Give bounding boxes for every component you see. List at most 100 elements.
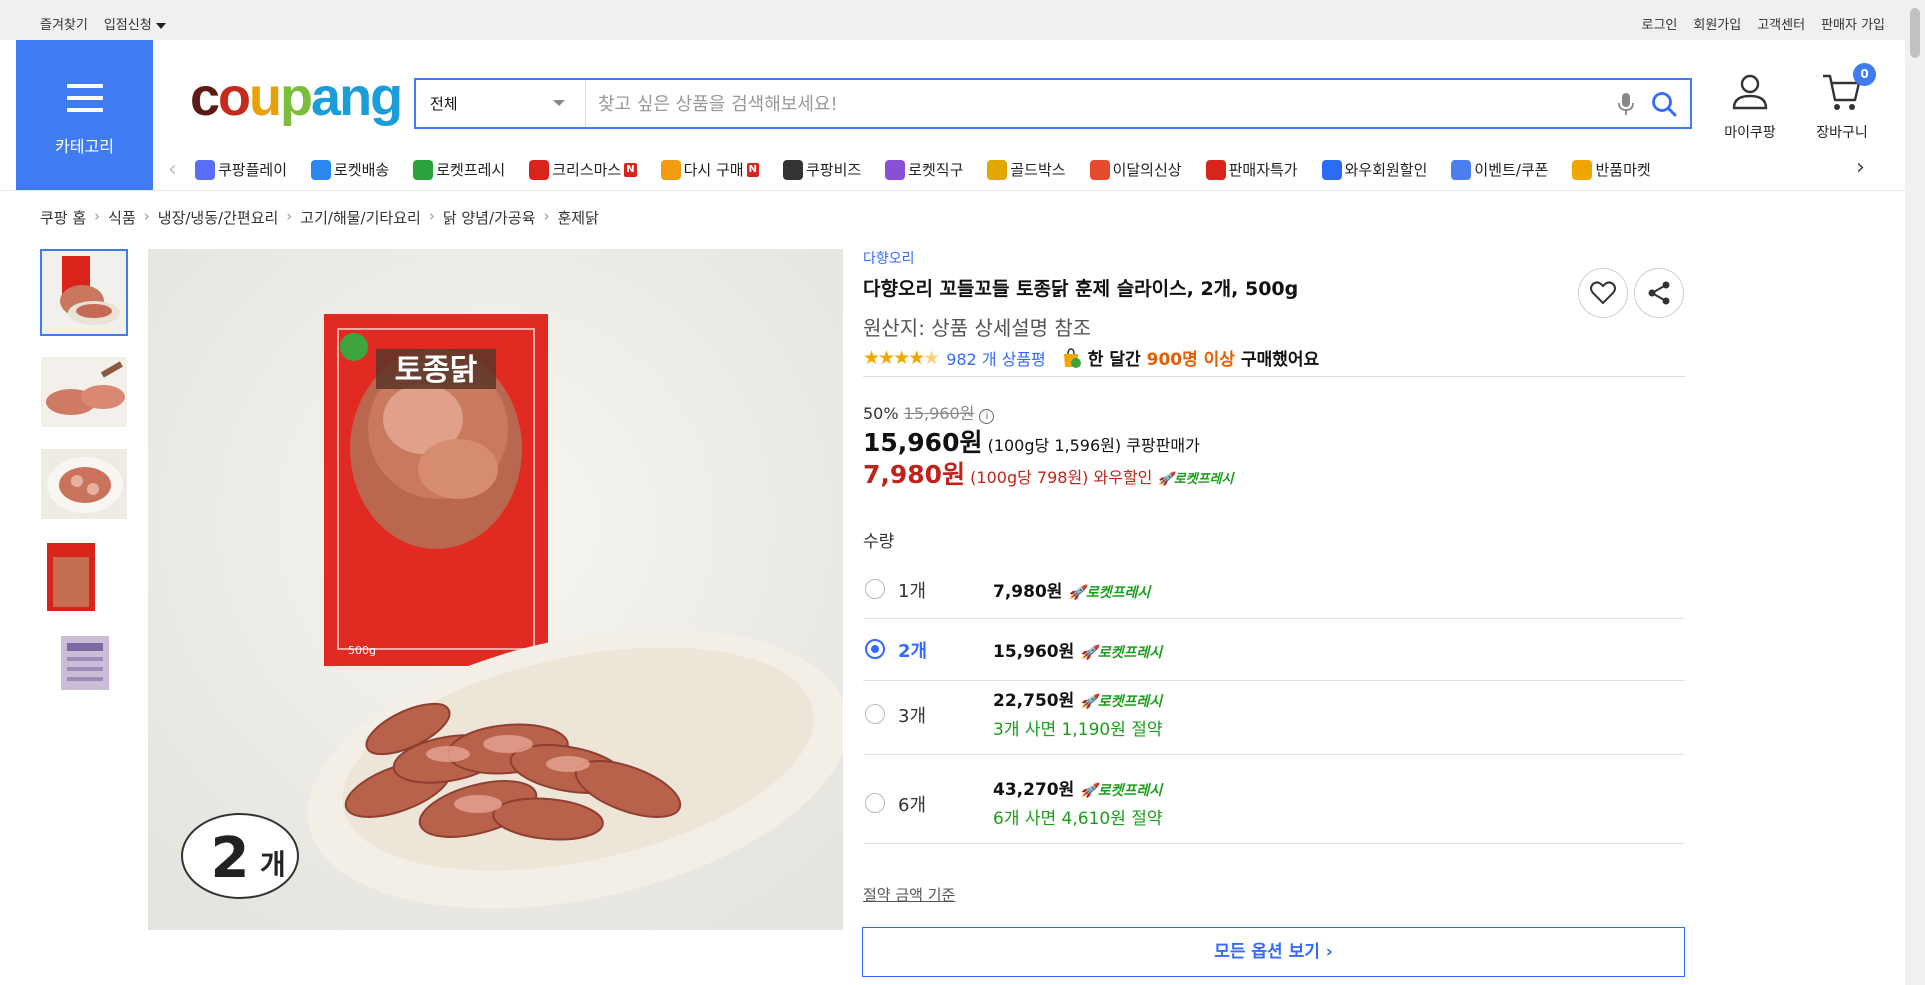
nav-next-icon[interactable]: › [1856, 155, 1865, 180]
original-price: 15,960원 [903, 404, 975, 423]
breadcrumb-item[interactable]: 고기/해물/기타요리 [300, 207, 421, 228]
thumbnail-2[interactable] [40, 356, 128, 428]
breadcrumb-item[interactable]: 쿠팡 홈 [40, 207, 86, 228]
scrollbar[interactable] [1905, 0, 1925, 985]
brand-link[interactable]: 다향오리 [863, 248, 1685, 268]
mypage-label: 마이쿠팡 [1724, 125, 1776, 141]
rocket-fresh-icon: 🚀 [1157, 472, 1174, 487]
wow-price: 7,980원 [863, 460, 966, 489]
coupang-logo[interactable]: coupang [190, 70, 403, 124]
wishlist-button[interactable] [1578, 268, 1628, 318]
nav-item-label: 로켓배송 [334, 161, 390, 179]
quantity-radio[interactable] [865, 639, 885, 659]
nav-item-10[interactable]: 와우회원할인 [1321, 159, 1427, 180]
sale-price-row: 15,960원 (100g당 1,596원) 쿠팡판매가 [863, 423, 1200, 459]
scrollbar-thumb[interactable] [1910, 8, 1920, 58]
save-basis-link[interactable]: 절약 금액 기준 [863, 884, 955, 905]
breadcrumb-item[interactable]: 식품 [108, 207, 136, 228]
nav-item-label: 판매자특가 [1228, 161, 1298, 179]
nav-item-11[interactable]: 이벤트/쿠폰 [1451, 159, 1548, 180]
category-menu-button[interactable]: 카테고리 [16, 40, 153, 190]
package-name-text: 토종닭 [395, 353, 478, 388]
discount-row: 50% 15,960원 i [863, 400, 995, 424]
quantity-option-1[interactable]: 1개 7,980원 🚀로켓프레시 [863, 562, 1685, 619]
signup-link[interactable]: 회원가입 [1693, 14, 1741, 33]
search-category-value: 전체 [430, 95, 458, 113]
percent-icon [1205, 159, 1226, 180]
quantity-value: 6개 [898, 795, 927, 816]
quantity-option-4[interactable]: 6개 43,270원 🚀로켓프레시 6개 사면 4,610원 절약 [863, 770, 1685, 844]
option-save-text: 3개 사면 1,190원 절약 [993, 720, 1163, 740]
product-info: 다향오리 다향오리 꼬들꼬들 토종닭 훈제 슬라이스, 2개, 500g 원산지… [863, 248, 1685, 370]
share-button[interactable] [1634, 268, 1684, 318]
nav-item-label: 로켓직구 [908, 161, 964, 179]
nav-item-0[interactable]: 쿠팡플레이 [195, 159, 287, 180]
search-category-select[interactable]: 전체 [416, 80, 586, 127]
quantity-radio[interactable] [865, 579, 885, 599]
play-icon [195, 159, 215, 180]
nav-item-5[interactable]: 쿠팡비즈 [782, 159, 862, 180]
wow-unit-price: (100g당 798원) [970, 468, 1089, 487]
nav-item-7[interactable]: 골드박스 [987, 159, 1066, 180]
chevron-right-icon: › [286, 207, 293, 225]
market-icon [1572, 159, 1593, 180]
product-origin: 원산지: 상품 상세설명 참조 [863, 316, 1092, 340]
quantity-radio[interactable] [865, 793, 885, 813]
partner-dropdown[interactable]: 입점신청 [104, 14, 166, 33]
nav-item-2[interactable]: 로켓프레시 [413, 159, 505, 180]
review-count-link[interactable]: 982 개 상품평 [946, 346, 1046, 370]
quantity-value: 2개 [898, 641, 928, 662]
option-price: 22,750원 🚀로켓프레시 [993, 691, 1163, 711]
wow-icon [1321, 159, 1342, 180]
nav-item-9[interactable]: 판매자특가 [1205, 159, 1298, 180]
sale-price: 15,960원 [863, 428, 983, 457]
nav-item-8[interactable]: 이달의신상 [1089, 159, 1182, 180]
nav-item-label: 쿠팡비즈 [805, 161, 862, 179]
chevron-right-icon: › [94, 207, 101, 225]
heart-icon [1590, 281, 1616, 305]
info-divider [863, 376, 1685, 377]
hamburger-icon [67, 84, 103, 112]
nav-prev-icon[interactable]: ‹ [168, 157, 177, 182]
search-icon[interactable] [1650, 90, 1678, 118]
chevron-right-icon: › [143, 207, 150, 225]
nav-item-12[interactable]: 반품마켓 [1572, 159, 1651, 180]
breadcrumb-item[interactable]: 닭 양념/가공육 [443, 207, 536, 228]
quantity-option-3[interactable]: 3개 22,750원 🚀로켓프레시 3개 사면 1,190원 절약 [863, 681, 1685, 755]
login-link[interactable]: 로그인 [1641, 14, 1677, 33]
breadcrumb-item[interactable]: 냉장/냉동/간편요리 [158, 207, 279, 228]
info-icon[interactable]: i [979, 409, 995, 424]
quantity-option-2[interactable]: 2개 15,960원 🚀로켓프레시 [863, 622, 1685, 681]
wow-label: 와우할인 [1093, 468, 1153, 487]
product-main-image[interactable]: 토종닭 500g 2 개 [148, 249, 843, 930]
nav-item-3[interactable]: 크리스마스 N [529, 159, 637, 180]
santa-icon [529, 159, 550, 180]
chevron-right-icon: › [428, 207, 435, 225]
mypage-button[interactable]: 마이쿠팡 [1722, 72, 1778, 142]
quantity-radio[interactable] [865, 704, 885, 724]
quantity-value: 1개 [898, 581, 927, 602]
microphone-icon[interactable] [1618, 92, 1634, 116]
nav-item-4[interactable]: 다시 구매 N [660, 159, 759, 180]
thumbnail-4[interactable] [40, 540, 128, 612]
rocket-fresh-badge: 🚀로켓프레시 [1080, 645, 1163, 661]
rating-stars[interactable]: ★★★★★ [863, 347, 940, 369]
search-input[interactable] [598, 90, 1578, 118]
thumbnail-3[interactable] [40, 448, 128, 520]
thumbnail-list [40, 249, 128, 724]
bookmark-link[interactable]: 즐겨찾기 [40, 14, 88, 33]
nav-item-6[interactable]: 로켓직구 [885, 159, 963, 180]
support-link[interactable]: 고객센터 [1757, 14, 1805, 33]
breadcrumb-item[interactable]: 훈제닭 [557, 207, 598, 228]
nav-item-label: 이달의신상 [1112, 161, 1182, 179]
seller-signup-link[interactable]: 판매자 가입 [1821, 14, 1885, 33]
thumbnail-5[interactable] [40, 632, 128, 704]
biz-icon [782, 159, 803, 180]
all-options-button[interactable]: 모든 옵션 보기 › [862, 927, 1685, 977]
rocket-fresh-badge: 🚀로켓프레시 [1068, 585, 1151, 601]
quick-nav: ‹ 쿠팡플레이 로켓배송 로켓프레시 크리스마스 N 다시 구매 N 쿠팡비즈 로켓직구 골드박스… [160, 153, 1900, 183]
purchase-count: 한 달간 900명 이상 구매했어요 [1060, 345, 1319, 370]
thumbnail-1[interactable] [40, 249, 128, 336]
partner-label: 입점신청 [103, 18, 152, 33]
nav-item-1[interactable]: 로켓배송 [311, 159, 389, 180]
